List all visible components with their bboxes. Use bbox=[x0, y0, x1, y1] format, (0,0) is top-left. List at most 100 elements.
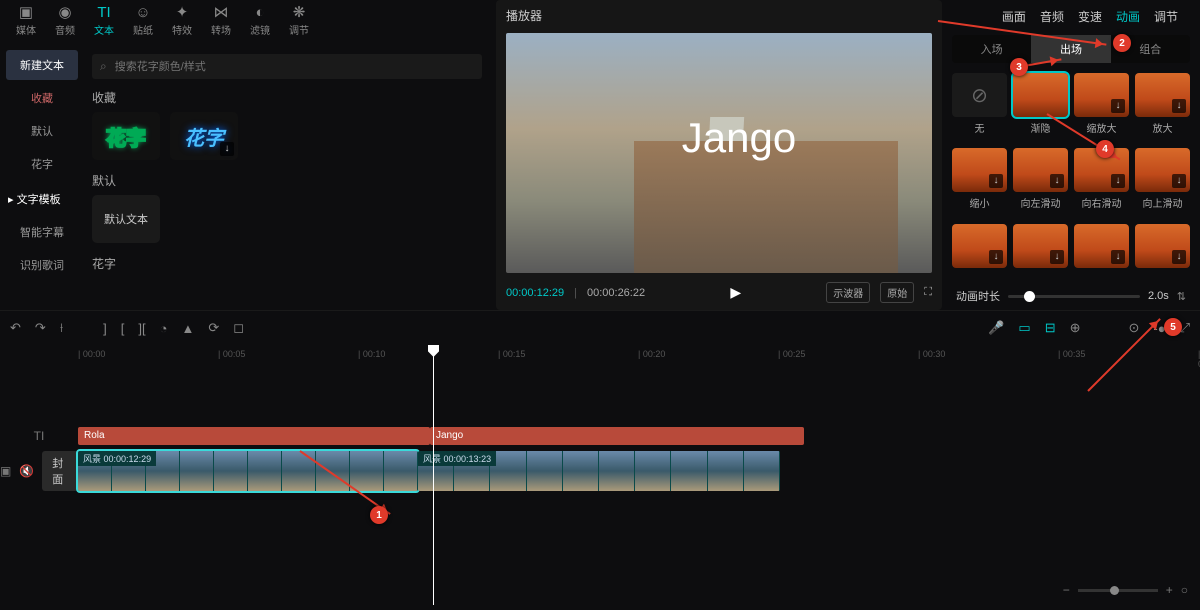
ruler-tick: | 00:05 bbox=[218, 349, 245, 359]
anim-9[interactable]: ↓ bbox=[1013, 224, 1068, 278]
huazi-preset-2[interactable]: 花字↓ bbox=[170, 112, 238, 160]
sidebar-lyrics[interactable]: 识别歌词 bbox=[6, 250, 78, 280]
top-tab-5[interactable]: ⋈转场 bbox=[203, 4, 239, 42]
playhead[interactable] bbox=[433, 345, 434, 605]
cover-button[interactable]: 封面 bbox=[42, 451, 78, 491]
right-tab-2[interactable]: 变速 bbox=[1078, 8, 1102, 25]
top-tab-7[interactable]: ❋调节 bbox=[281, 4, 317, 42]
anim-1[interactable]: 渐隐 bbox=[1013, 73, 1068, 142]
search-input[interactable] bbox=[113, 60, 474, 74]
download-icon[interactable]: ↓ bbox=[989, 250, 1003, 264]
video-clip-2[interactable]: 风景 00:00:13:23 bbox=[418, 451, 780, 491]
top-tab-2[interactable]: TI文本 bbox=[86, 4, 122, 42]
anim-10[interactable]: ↓ bbox=[1074, 224, 1129, 278]
redo-icon[interactable]: ↷ bbox=[35, 320, 46, 336]
rotate-icon[interactable]: ⟳ bbox=[208, 320, 219, 336]
right-tab-3[interactable]: 动画 bbox=[1116, 8, 1140, 25]
text-clip-2[interactable]: Jango bbox=[430, 427, 804, 445]
pin-5: 5 bbox=[1164, 318, 1182, 336]
duration-slider[interactable] bbox=[1008, 295, 1140, 298]
download-icon[interactable]: ↓ bbox=[1050, 250, 1064, 264]
top-tab-1[interactable]: ◉音频 bbox=[47, 4, 83, 42]
pin-3: 3 bbox=[1010, 58, 1028, 76]
anim-7[interactable]: ↓向上滑动 bbox=[1135, 148, 1190, 217]
sidebar-huazi[interactable]: 花字 bbox=[6, 149, 78, 179]
top-tab-6[interactable]: ◐滤镜 bbox=[242, 4, 278, 42]
top-tab-4[interactable]: ✦特效 bbox=[164, 4, 200, 42]
download-icon[interactable]: ↓ bbox=[220, 142, 234, 156]
text-track-head: TI bbox=[0, 429, 78, 443]
top-tab-0[interactable]: ▣媒体 bbox=[8, 4, 44, 42]
download-icon[interactable]: ↓ bbox=[1172, 174, 1186, 188]
anim-5[interactable]: ↓向左滑动 bbox=[1013, 148, 1068, 217]
link-icon[interactable]: ⊟ bbox=[1045, 320, 1056, 336]
ruler-tick: | 00:00 bbox=[78, 349, 105, 359]
sidebar-smart-sub[interactable]: 智能字幕 bbox=[6, 217, 78, 247]
split2-icon[interactable]: ][ bbox=[138, 321, 145, 336]
download-icon[interactable]: ↓ bbox=[1172, 99, 1186, 113]
anim-3[interactable]: ↓放大 bbox=[1135, 73, 1190, 142]
download-icon[interactable]: ↓ bbox=[1111, 174, 1125, 188]
cut-left-icon[interactable]: ] bbox=[103, 321, 107, 336]
zoom-slider[interactable] bbox=[1078, 589, 1158, 592]
video-clip-1[interactable]: 风景 00:00:12:29 bbox=[78, 451, 418, 491]
duration-label: 动画时长 bbox=[956, 288, 1000, 304]
anim-11[interactable]: ↓ bbox=[1135, 224, 1190, 278]
oscilloscope-button[interactable]: 示波器 bbox=[826, 282, 870, 303]
search-icon: ⌕ bbox=[100, 59, 107, 74]
ruler-tick: | 00:10 bbox=[358, 349, 385, 359]
ruler-tick: | 00:20 bbox=[638, 349, 665, 359]
crop-icon[interactable]: ◻ bbox=[233, 320, 244, 336]
preview-viewport[interactable]: Jango bbox=[506, 33, 932, 273]
player-title: 播放器 bbox=[496, 0, 942, 31]
ruler-tick: | 00:35 bbox=[1058, 349, 1085, 359]
overlay-text: Jango bbox=[682, 114, 796, 162]
new-text-button[interactable]: 新建文本 bbox=[6, 50, 78, 80]
sidebar-default[interactable]: 默认 bbox=[6, 116, 78, 146]
original-button[interactable]: 原始 bbox=[880, 282, 914, 303]
top-tab-3[interactable]: ☺贴纸 bbox=[125, 4, 161, 42]
pin-2: 2 bbox=[1113, 34, 1131, 52]
right-tab-0[interactable]: 画面 bbox=[1002, 8, 1026, 25]
marker-icon[interactable]: ⊕ bbox=[1070, 320, 1081, 336]
auto-icon[interactable]: ▭ bbox=[1018, 320, 1030, 336]
right-tab-4[interactable]: 调节 bbox=[1154, 8, 1178, 25]
pin-1: 1 bbox=[370, 506, 388, 524]
download-icon[interactable]: ↓ bbox=[1050, 174, 1064, 188]
download-icon[interactable]: ↓ bbox=[1111, 250, 1125, 264]
right-tab-1[interactable]: 音频 bbox=[1040, 8, 1064, 25]
section-huazi: 花字 bbox=[92, 255, 482, 272]
zoom-reset-icon[interactable]: ○ bbox=[1181, 583, 1188, 597]
speed-icon[interactable]: ◔ bbox=[160, 321, 168, 336]
anim-8[interactable]: ↓ bbox=[952, 224, 1007, 278]
search-box[interactable]: ⌕ bbox=[92, 54, 482, 79]
time-current: 00:00:12:29 bbox=[506, 287, 564, 299]
text-clip-1[interactable]: Rola bbox=[78, 427, 430, 445]
anim-0[interactable]: ⊘无 bbox=[952, 73, 1007, 142]
sidebar-fav[interactable]: 收藏 bbox=[6, 83, 78, 113]
split-icon[interactable]: ⟊ bbox=[60, 320, 63, 336]
time-total: 00:00:26:22 bbox=[587, 287, 645, 299]
zoom-out-icon[interactable]: − bbox=[1063, 583, 1070, 597]
play-button[interactable]: ▶ bbox=[730, 284, 741, 301]
duration-stepper[interactable]: ⇅ bbox=[1177, 290, 1186, 303]
mute-icon[interactable]: 🔇 bbox=[19, 464, 34, 478]
sidebar-template[interactable]: ▸ 文字模板 bbox=[6, 184, 78, 214]
video-track-icon[interactable]: ▣ bbox=[0, 464, 11, 478]
zoom-in-icon[interactable]: + bbox=[1166, 583, 1173, 597]
zoom-fit-icon[interactable]: ⊙ bbox=[1129, 320, 1140, 336]
huazi-preset-1[interactable]: 花字 bbox=[92, 112, 160, 160]
cut-right-icon[interactable]: [ bbox=[121, 321, 125, 336]
download-icon[interactable]: ↓ bbox=[989, 174, 1003, 188]
section-fav: 收藏 bbox=[92, 89, 482, 106]
anim-4[interactable]: ↓缩小 bbox=[952, 148, 1007, 217]
download-icon[interactable]: ↓ bbox=[1111, 99, 1125, 113]
download-icon[interactable]: ↓ bbox=[1172, 250, 1186, 264]
mic-icon[interactable]: 🎤 bbox=[988, 320, 1004, 336]
default-text-preset[interactable]: 默认文本 bbox=[92, 195, 160, 243]
fullscreen-icon[interactable]: ⛶ bbox=[924, 286, 932, 299]
anim-2[interactable]: ↓缩放大 bbox=[1074, 73, 1129, 142]
undo-icon[interactable]: ↶ bbox=[10, 320, 21, 336]
ruler-tick: | 00:15 bbox=[498, 349, 525, 359]
mirror-icon[interactable]: ▲ bbox=[181, 321, 194, 336]
